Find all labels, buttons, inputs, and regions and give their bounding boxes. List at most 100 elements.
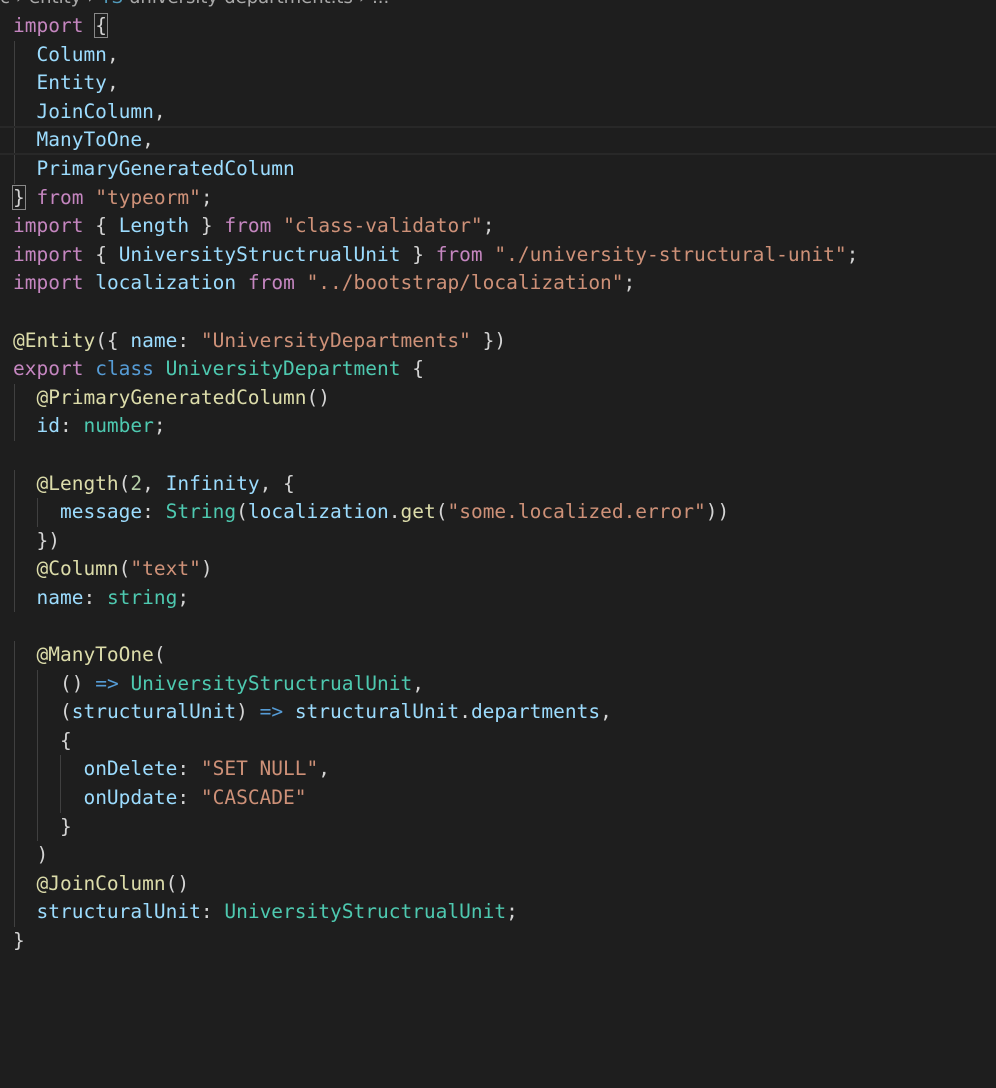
indent-guide: [14, 898, 15, 927]
code-line[interactable]: }: [0, 927, 996, 956]
code-token: :: [200, 900, 225, 924]
code-line[interactable]: structuralUnit: UniversityStructrualUnit…: [0, 898, 996, 927]
typescript-file-icon: TS: [101, 0, 123, 8]
code-token: ,: [142, 128, 154, 152]
code-token: UniversityDepartment: [165, 357, 401, 381]
code-token: }): [470, 328, 507, 352]
code-token: UniversityStructrualUnit: [130, 671, 413, 695]
code-token: .: [388, 500, 401, 524]
code-editor[interactable]: import { Column, Entity, JoinColumn, Man…: [0, 12, 996, 956]
code-line[interactable]: export class UniversityDepartment {: [0, 355, 996, 384]
code-token: ;: [177, 585, 190, 609]
code-line[interactable]: @ManyToOne(: [0, 641, 996, 670]
code-line[interactable]: }: [0, 812, 996, 842]
code-line[interactable]: id: number;: [0, 412, 996, 441]
code-line[interactable]: @Column("text"): [0, 555, 996, 584]
code-token: {: [83, 214, 119, 238]
code-token: Entity: [36, 71, 107, 95]
code-token: Length: [118, 214, 190, 238]
code-token: departments: [470, 700, 601, 724]
code-token: 2: [130, 471, 143, 495]
code-token: @Column: [36, 557, 119, 581]
code-token: number: [83, 414, 154, 438]
indent-guide: [14, 555, 15, 584]
code-token: PrimaryGeneratedColumn: [36, 156, 295, 180]
code-line[interactable]: @PrimaryGeneratedColumn(): [0, 383, 996, 413]
code-token: ,: [412, 671, 424, 695]
code-line[interactable]: @Length(2, Infinity, {: [0, 469, 996, 499]
code-token: "text": [130, 557, 201, 581]
code-token: name: [36, 585, 84, 609]
code-line[interactable]: import { Length } from "class-validator"…: [0, 212, 996, 241]
indent-guide: [60, 755, 61, 785]
code-line[interactable]: import { UniversityStructrualUnit } from…: [0, 241, 996, 270]
code-line[interactable]: [0, 441, 996, 470]
indent-guide: [14, 641, 15, 670]
code-token: ): [200, 557, 213, 581]
breadcrumb[interactable]: c › entity › TS university-department.ts ›...: [0, 0, 395, 7]
chevron-right-icon: ›: [359, 0, 366, 8]
code-line[interactable]: import {: [0, 12, 996, 41]
indent-guide: [14, 412, 15, 441]
code-line[interactable]: }): [0, 526, 996, 556]
indent-guide: [14, 841, 15, 870]
code-line[interactable]: PrimaryGeneratedColumn: [0, 154, 996, 184]
code-token: JoinColumn: [36, 99, 154, 123]
indent-guide: [14, 97, 15, 127]
code-line[interactable]: } from "typeorm";: [0, 184, 996, 213]
code-token: localization: [247, 500, 389, 524]
code-token: UniversityStructrualUnit: [224, 900, 507, 924]
indent-guide: [14, 69, 15, 98]
code-line[interactable]: [0, 612, 996, 641]
breadcrumb-item-symbol[interactable]: ...: [372, 0, 389, 8]
code-token: from: [247, 271, 295, 295]
bracket-match-highlight: }: [12, 184, 26, 210]
code-line[interactable]: () => UniversityStructrualUnit,: [0, 669, 996, 699]
code-token: :: [59, 414, 84, 438]
code-token: :: [83, 585, 107, 609]
code-token: @Entity: [13, 328, 96, 352]
code-token: .: [459, 700, 471, 724]
code-token: }: [189, 214, 225, 238]
indent-guide: [14, 755, 15, 785]
code-line[interactable]: @JoinColumn(): [0, 869, 996, 899]
code-token: @Length: [36, 471, 119, 495]
breadcrumb-item-entity[interactable]: entity: [29, 0, 81, 8]
code-token: )): [705, 500, 730, 524]
indent-guide: [14, 784, 15, 813]
code-line[interactable]: import localization from "../bootstrap/l…: [0, 269, 996, 298]
code-line[interactable]: {: [0, 726, 996, 756]
code-line[interactable]: ManyToOne,: [0, 126, 996, 155]
code-line[interactable]: (structuralUnit) => structuralUnit.depar…: [0, 698, 996, 727]
breadcrumb-item-file[interactable]: university-department.ts: [129, 0, 353, 8]
code-line[interactable]: [0, 298, 996, 327]
indent-guide: [37, 669, 38, 699]
code-line[interactable]: Column,: [0, 40, 996, 70]
code-token: import: [13, 271, 84, 295]
code-line[interactable]: Entity,: [0, 69, 996, 98]
breadcrumb-item-folder[interactable]: c: [0, 0, 10, 8]
code-line[interactable]: onUpdate: "CASCADE": [0, 784, 996, 813]
code-line[interactable]: JoinColumn,: [0, 97, 996, 127]
code-token: import: [13, 242, 84, 266]
indent-guide: [60, 784, 61, 813]
indent-guide: [37, 726, 38, 756]
code-token: ): [236, 700, 260, 724]
code-token: (: [236, 500, 248, 524]
code-line[interactable]: message: String(localization.get("some.l…: [0, 498, 996, 527]
code-line[interactable]: ): [0, 841, 996, 870]
code-line[interactable]: name: string;: [0, 583, 996, 613]
code-token: ,: [318, 757, 331, 781]
chevron-right-icon: ›: [16, 0, 23, 8]
code-line[interactable]: onDelete: "SET NULL",: [0, 755, 996, 785]
indent-guide: [14, 726, 15, 756]
indent-guide: [37, 698, 38, 727]
code-line[interactable]: @Entity({ name: "UniversityDepartments" …: [0, 327, 996, 356]
